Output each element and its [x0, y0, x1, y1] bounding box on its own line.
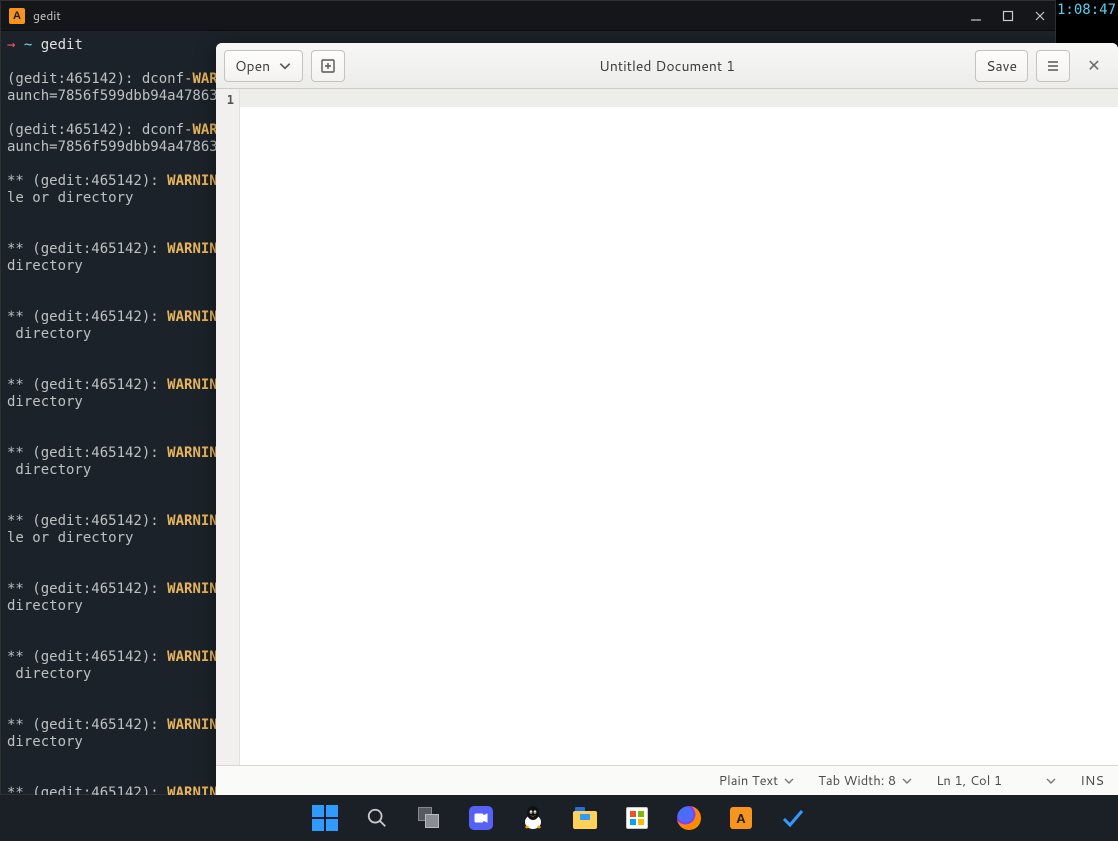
- tux-icon: [520, 805, 546, 831]
- task-view-icon: [418, 807, 440, 829]
- save-button[interactable]: Save: [975, 50, 1028, 82]
- new-tab-icon: [321, 59, 335, 73]
- gedit-window: Open Untitled Document 1 Save ✕ 1 Plain …: [216, 43, 1118, 795]
- new-tab-button[interactable]: [311, 50, 345, 82]
- chevron-down-icon: [278, 59, 292, 73]
- hamburger-icon: [1046, 59, 1060, 73]
- task-view-button[interactable]: [415, 804, 443, 832]
- syntax-label: Plain Text: [719, 772, 778, 790]
- todo-button[interactable]: [779, 804, 807, 832]
- checkmark-icon: [780, 805, 806, 831]
- firefox-button[interactable]: [675, 804, 703, 832]
- chevron-down-icon: [1046, 776, 1056, 786]
- tab-width-selector[interactable]: Tab Width: 8: [818, 772, 912, 790]
- search-icon: [366, 807, 388, 829]
- hamburger-menu-button[interactable]: [1036, 50, 1070, 82]
- terminal-title: gedit: [33, 7, 61, 24]
- start-button[interactable]: [311, 804, 339, 832]
- line-number-gutter: 1: [216, 89, 240, 765]
- ms-store-icon: [626, 807, 648, 829]
- current-line-highlight: [240, 89, 1118, 107]
- cursor-position[interactable]: Ln 1, Col 1: [936, 772, 1056, 790]
- editor-area: 1: [216, 89, 1118, 765]
- search-button[interactable]: [363, 804, 391, 832]
- taskbar: A: [0, 795, 1118, 841]
- folder-icon: [573, 807, 597, 829]
- minimize-button[interactable]: [969, 9, 983, 23]
- video-chat-button[interactable]: [467, 804, 495, 832]
- maximize-button[interactable]: [1001, 9, 1015, 23]
- system-clock: 11:08:47: [1049, 2, 1116, 18]
- file-explorer-button[interactable]: [571, 804, 599, 832]
- insmode-label: INS: [1080, 772, 1104, 790]
- open-button[interactable]: Open: [224, 50, 303, 82]
- windows-logo-icon: [312, 805, 338, 831]
- video-chat-icon: [469, 806, 493, 830]
- gedit-close-button[interactable]: ✕: [1078, 50, 1110, 82]
- alacritty-logo-icon: A: [9, 8, 25, 24]
- gedit-statusbar: Plain Text Tab Width: 8 Ln 1, Col 1 INS: [216, 765, 1118, 795]
- firefox-icon: [677, 806, 701, 830]
- terminal-titlebar[interactable]: A gedit: [1, 1, 1055, 31]
- ms-store-button[interactable]: [623, 804, 651, 832]
- text-view[interactable]: [240, 89, 1118, 765]
- position-label: Ln 1, Col 1: [936, 772, 1002, 790]
- syntax-selector[interactable]: Plain Text: [719, 772, 794, 790]
- line-number: 1: [216, 93, 234, 107]
- chevron-down-icon: [902, 776, 912, 786]
- gedit-headerbar: Open Untitled Document 1 Save ✕: [216, 43, 1118, 89]
- alacritty-button[interactable]: A: [727, 804, 755, 832]
- save-label: Save: [986, 56, 1017, 76]
- tabwidth-label: Tab Width: 8: [818, 772, 896, 790]
- chevron-down-icon: [784, 776, 794, 786]
- open-label: Open: [235, 56, 270, 76]
- linux-button[interactable]: [519, 804, 547, 832]
- close-button[interactable]: [1033, 9, 1047, 23]
- insert-mode[interactable]: INS: [1080, 772, 1104, 790]
- alacritty-icon: A: [730, 807, 752, 829]
